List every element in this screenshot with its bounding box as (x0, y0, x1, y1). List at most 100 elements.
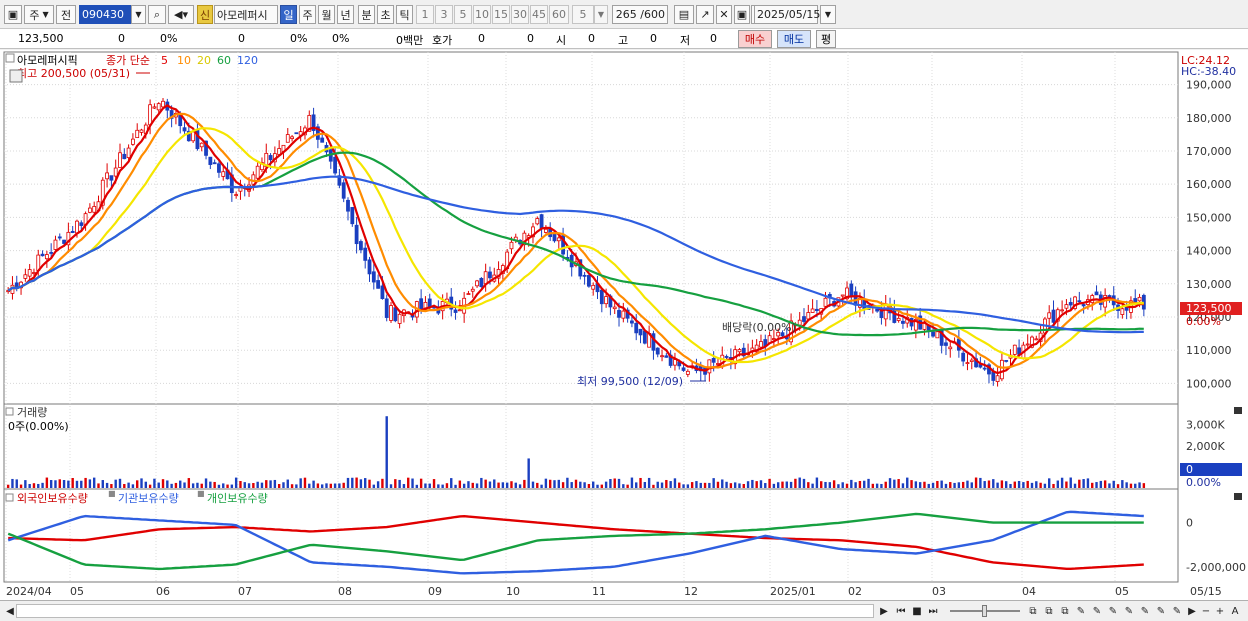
volume-bar (544, 478, 548, 488)
drawing-tool-icon-3[interactable]: ✎ (1106, 604, 1120, 618)
toolbar: ▣ 주 ▼ 전 090430 ▼ ⌕ ◀▾ 신 아모레퍼시 일 주 월 년 분 … (0, 0, 1248, 29)
search-icon[interactable]: ⌕ (148, 5, 166, 24)
drawing-tool-icon-6[interactable]: ✎ (1154, 604, 1168, 618)
candle-body (982, 367, 987, 370)
volume-bar (665, 479, 668, 488)
period-tick-button[interactable]: 틱 (396, 5, 413, 24)
period-year-button[interactable]: 년 (337, 5, 354, 24)
scroll-end-icon[interactable]: ▶ (1186, 604, 1198, 618)
minute-15-button[interactable]: 15 (492, 5, 510, 24)
fast-forward-icon[interactable]: ⏭ (926, 604, 940, 618)
new-badge[interactable]: 신 (197, 5, 213, 24)
horizontal-scrollbar[interactable] (16, 604, 874, 618)
drawing-tool-icon-5[interactable]: ✎ (1138, 604, 1152, 618)
candle-body (191, 131, 196, 142)
buy-button[interactable]: 매수 (738, 30, 772, 48)
volume-bar (118, 478, 122, 488)
volume-bar (617, 478, 621, 488)
holding-panel-close-icon[interactable] (1234, 493, 1242, 500)
volume-bar (579, 481, 582, 488)
candle-body (660, 355, 664, 358)
screen-icon-3[interactable]: ⧉ (1058, 604, 1072, 618)
period-week-button[interactable]: 주 (299, 5, 316, 24)
minute-60-button[interactable]: 60 (549, 5, 569, 24)
sell-button[interactable]: 매도 (777, 30, 811, 48)
scroll-left-icon[interactable]: ◀ (4, 604, 16, 618)
candle-body (453, 309, 458, 313)
crosshair-icon[interactable]: ▤ (674, 5, 694, 24)
period-month-button[interactable]: 월 (318, 5, 335, 24)
candle-body (587, 275, 591, 287)
delete-icon[interactable]: ✕ (716, 5, 732, 24)
zoom-slider-handle[interactable] (982, 605, 987, 617)
candle-body (901, 320, 905, 324)
volume-bar (785, 481, 788, 488)
scroll-right-icon[interactable]: ▶ (878, 604, 890, 618)
minute-5-button[interactable]: 5 (454, 5, 472, 24)
speaker-icon[interactable]: ◀▾ (168, 5, 194, 24)
calendar-dropdown-icon[interactable]: ▼ (820, 5, 836, 24)
eval-button[interactable]: 평 (816, 30, 836, 48)
candle-body (1068, 302, 1073, 306)
drawing-tool-icon-2[interactable]: ✎ (1090, 604, 1104, 618)
minute-30-button[interactable]: 30 (511, 5, 529, 24)
volume-bar (604, 481, 608, 488)
candle-body (991, 371, 996, 381)
zoom-out-icon[interactable]: − (1200, 604, 1212, 618)
candle-body (70, 230, 75, 233)
volume-bar (1073, 483, 1077, 488)
stock-code-input[interactable]: 090430 (79, 5, 131, 24)
drawing-tool-icon-1[interactable]: ✎ (1074, 604, 1088, 618)
drawing-tool-icon-4[interactable]: ✎ (1122, 604, 1136, 618)
volume-bar (428, 483, 431, 488)
volume-bar (308, 483, 311, 488)
candle-body (543, 228, 548, 233)
period-day-button[interactable]: 일 (280, 5, 297, 24)
volume-bar (587, 483, 591, 488)
minute-3-button[interactable]: 3 (435, 5, 453, 24)
screen-icon-1[interactable]: ⧉ (1026, 604, 1040, 618)
hoga-value-2: 0 (527, 32, 534, 45)
volume-bar (1056, 480, 1060, 488)
volume-bar (316, 483, 320, 488)
screen-icon-2[interactable]: ⧉ (1042, 604, 1056, 618)
volume-bar (1000, 480, 1004, 488)
candle-body (1034, 338, 1039, 341)
volume-bar (419, 478, 423, 488)
calculator-icon[interactable] (9, 69, 23, 83)
volume-bar (510, 481, 513, 488)
zoom-in-icon[interactable]: + (1214, 604, 1226, 618)
minute-10-button[interactable]: 10 (473, 5, 491, 24)
period-minute-button[interactable]: 분 (358, 5, 375, 24)
volume-bar (351, 477, 354, 488)
volume-bar (729, 483, 733, 488)
minute-45-button[interactable]: 45 (530, 5, 548, 24)
candle-body (802, 316, 806, 322)
stock-name-field[interactable]: 아모레퍼시 (214, 5, 278, 24)
candle-body (724, 356, 729, 358)
volume-bar (557, 479, 560, 488)
minute-dropdown-icon[interactable]: ▼ (594, 5, 608, 24)
save-icon[interactable]: ▣ (734, 5, 750, 24)
date-field[interactable]: 2025/05/15 (754, 5, 820, 24)
volume-bar (58, 479, 61, 488)
minute-1-button[interactable]: 1 (416, 5, 434, 24)
volume-bar (1125, 482, 1128, 488)
trendline-icon[interactable]: ↗ (696, 5, 714, 24)
period-second-button[interactable]: 초 (377, 5, 394, 24)
prev-button[interactable]: 전 (56, 5, 76, 24)
x-axis-tick: 08 (338, 585, 352, 598)
market-select[interactable]: 주 ▼ (24, 5, 54, 24)
rewind-icon[interactable]: ⏮ (894, 604, 908, 618)
code-dropdown-icon[interactable]: ▼ (131, 5, 146, 24)
count-display[interactable]: 265 /600 (612, 5, 668, 24)
drawing-tool-icon-7[interactable]: ✎ (1170, 604, 1184, 618)
window-menu-icon[interactable]: ▣ (4, 5, 22, 24)
candle-body (350, 207, 355, 225)
volume-bar (716, 481, 720, 488)
candle-body (638, 328, 643, 336)
font-size-icon[interactable]: A (1228, 604, 1242, 618)
volume-panel-close-icon[interactable] (1234, 407, 1242, 414)
minute-value-field[interactable]: 5 (572, 5, 594, 24)
stop-icon[interactable]: ■ (910, 604, 924, 618)
